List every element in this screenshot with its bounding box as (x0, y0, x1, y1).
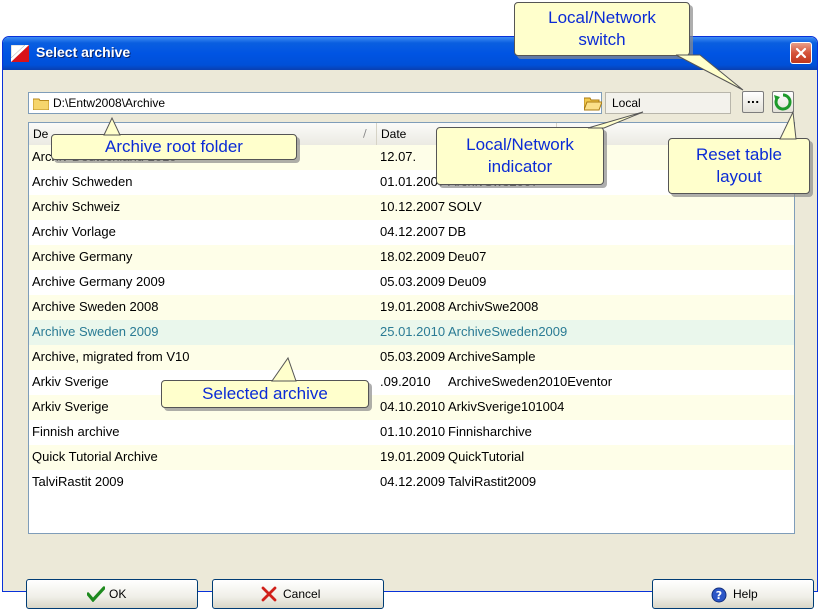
callout-selected-pointer (271, 356, 297, 382)
